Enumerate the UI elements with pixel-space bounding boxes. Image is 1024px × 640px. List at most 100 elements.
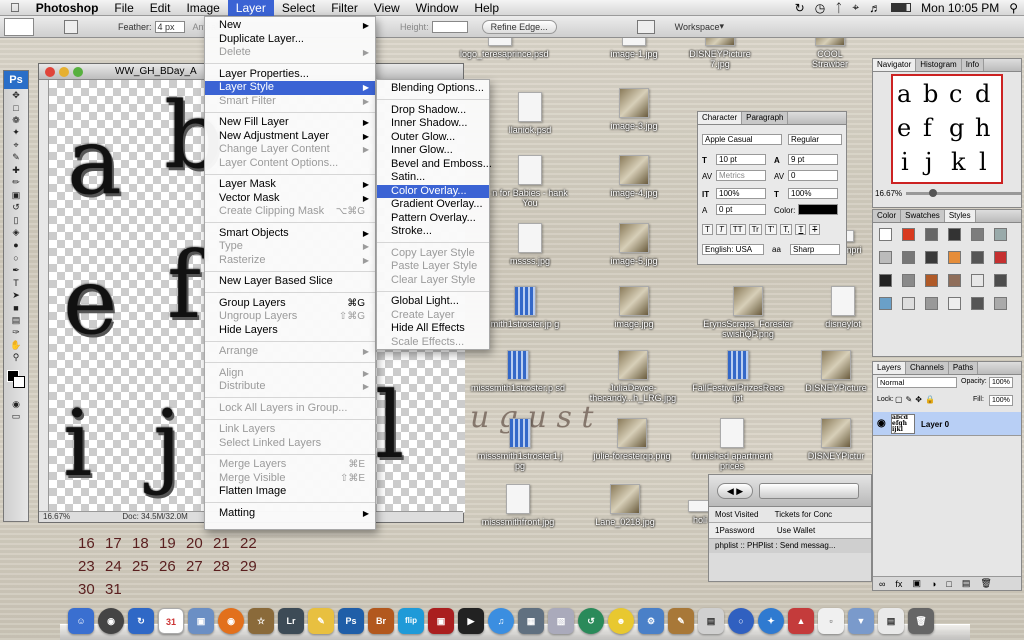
style-swatch[interactable]	[879, 297, 892, 310]
desktop-icon[interactable]: image-3.jpg	[594, 88, 674, 131]
desktop-icon[interactable]: DISNEYPicture	[800, 350, 872, 393]
menu-item-bevel-and-emboss[interactable]: Bevel and Emboss...	[377, 158, 492, 172]
style-swatch[interactable]	[902, 297, 915, 310]
menu-item-new[interactable]: New ▶	[205, 19, 375, 33]
menu-item-pattern-overlay[interactable]: Pattern Overlay...	[377, 212, 489, 226]
doc-size[interactable]: Doc: 34.5M/32.0M	[122, 512, 187, 521]
move-tool-icon[interactable]: ✥	[4, 89, 28, 102]
style-swatch[interactable]	[902, 251, 915, 264]
brush-tool-icon[interactable]: ✏	[4, 177, 28, 190]
tab-info[interactable]: Info	[961, 59, 985, 71]
tab-color[interactable]: Color	[873, 210, 902, 222]
menu-filter[interactable]: Filter	[323, 0, 366, 16]
menu-edit[interactable]: Edit	[142, 0, 179, 16]
menu-item-group-layers[interactable]: Group Layers ⌘G	[205, 297, 375, 311]
script-editor-icon[interactable]: ✎	[668, 608, 694, 634]
onepassword-button[interactable]: 1Password	[715, 526, 755, 535]
menu-item-hide-all-effects[interactable]: Hide All Effects	[377, 322, 489, 336]
menu-item-layer-properties[interactable]: Layer Properties...	[205, 68, 375, 82]
text-color-swatch[interactable]	[798, 204, 838, 215]
menu-item-flatten-image[interactable]: Flatten Image	[205, 485, 375, 499]
underline-button[interactable]: T	[795, 224, 807, 235]
quick-mask-icon[interactable]: ◉	[4, 398, 28, 411]
desktop-icon[interactable]: disneylot	[812, 286, 874, 329]
magic-wand-icon[interactable]: ✦	[4, 127, 28, 140]
tab-channels[interactable]: Channels	[906, 362, 949, 374]
stickies-icon[interactable]: ▫	[818, 608, 844, 634]
superscript-button[interactable]: T'	[764, 224, 778, 235]
style-swatch[interactable]	[994, 297, 1007, 310]
pen-tool-icon[interactable]: ✒	[4, 264, 28, 277]
navigator-zoom[interactable]: 16.67%	[875, 189, 902, 198]
tracking-input[interactable]: 0	[788, 170, 838, 181]
zoom-slider-thumb[interactable]	[929, 189, 938, 197]
minimize-button[interactable]	[59, 67, 69, 77]
style-swatch[interactable]	[925, 251, 938, 264]
desktop-icon[interactable]: ErynsScraps_Forester swishQP.png	[700, 286, 796, 339]
group-icon[interactable]: □	[946, 579, 951, 589]
menu-item-blending-options[interactable]: Blending Options...	[377, 82, 489, 96]
menu-item-duplicate-layer[interactable]: Duplicate Layer...	[205, 33, 375, 47]
menu-window[interactable]: Window	[408, 0, 467, 16]
style-swatch[interactable]	[948, 228, 961, 241]
desktop-icon[interactable]: image-4.jpg	[594, 155, 674, 198]
menu-layer[interactable]: Layer	[227, 0, 274, 16]
style-swatch[interactable]	[879, 274, 892, 287]
style-swatch[interactable]	[994, 274, 1007, 287]
imovie-icon[interactable]: ▶	[458, 608, 484, 634]
kerning-input[interactable]: Metrics	[716, 170, 766, 181]
menu-item-new-layer-based-slice[interactable]: New Layer Based Slice	[205, 275, 375, 289]
screen-mode-icon[interactable]: ▭	[4, 411, 28, 424]
eraser-tool-icon[interactable]: ▯	[4, 214, 28, 227]
network-icon[interactable]: ○	[728, 608, 754, 634]
baseline-input[interactable]: 0 pt	[716, 204, 766, 215]
history-brush-icon[interactable]: ↺	[4, 202, 28, 215]
menu-item-hide-layers[interactable]: Hide Layers	[205, 324, 375, 338]
desktop-icon[interactable]: furnished apartment prices	[690, 418, 774, 471]
menu-item-satin[interactable]: Satin...	[377, 171, 489, 185]
zoom-level[interactable]: 16.67%	[43, 512, 70, 521]
horizontal-scale-input[interactable]: 100%	[788, 188, 838, 199]
trash-icon[interactable]: 🗑	[980, 578, 991, 589]
sync-icon[interactable]: ↻	[795, 1, 805, 15]
feather-input[interactable]: 4 px	[154, 20, 185, 33]
small-caps-button[interactable]: Tr	[748, 224, 762, 235]
style-swatch[interactable]	[971, 251, 984, 264]
navigator-preview[interactable]: a b c d e f g h i j k l	[891, 74, 1003, 184]
menu-item-inner-glow[interactable]: Inner Glow...	[377, 144, 489, 158]
language-select[interactable]: English: USA	[702, 244, 764, 255]
spotlight-icon[interactable]: ⚲	[1009, 1, 1018, 15]
iphoto-icon[interactable]: ☆	[248, 608, 274, 634]
desktop-icon[interactable]: misssmithfront.jpg	[478, 484, 558, 527]
link-layers-icon[interactable]: ∞	[879, 579, 885, 589]
spaces-icon[interactable]: ▦	[518, 608, 544, 634]
menu-item-gradient-overlay[interactable]: Gradient Overlay...	[377, 198, 489, 212]
zoom-slider[interactable]	[906, 189, 1021, 197]
menu-item-layer-mask[interactable]: Layer Mask ▶	[205, 178, 375, 192]
type-tool-icon[interactable]: T	[4, 277, 28, 290]
sysprefs-icon[interactable]: ⚙	[638, 608, 664, 634]
selection-mode-icon[interactable]	[64, 19, 78, 34]
lock-icons[interactable]: ▢✎✥🔒	[895, 395, 938, 404]
crop-tool-icon[interactable]: ⌖	[4, 139, 28, 152]
new-layer-icon[interactable]: ▤	[962, 578, 971, 589]
path-select-icon[interactable]: ➤	[4, 289, 28, 302]
faux-bold-button[interactable]: T	[702, 224, 713, 235]
ical-icon[interactable]: 31	[158, 608, 184, 634]
vertical-scale-input[interactable]: 100%	[716, 188, 766, 199]
menu-item-layer-style[interactable]: Layer Style ▶	[205, 81, 375, 95]
chevron-down-icon[interactable]: ▾	[719, 21, 724, 32]
photobooth-icon[interactable]: ▣	[428, 608, 454, 634]
tab-paths[interactable]: Paths	[948, 362, 979, 374]
style-swatch[interactable]	[971, 297, 984, 310]
wifi-icon[interactable]: ⌖	[852, 0, 859, 15]
style-swatch[interactable]	[925, 228, 938, 241]
tab-styles[interactable]: Styles	[944, 210, 976, 222]
style-swatch[interactable]	[948, 297, 961, 310]
zoom-tool-icon[interactable]: ⚲	[4, 352, 28, 365]
style-swatch[interactable]	[902, 274, 915, 287]
adjustment-icon[interactable]: ◑	[931, 579, 936, 589]
workspace-button[interactable]: Workspace	[675, 22, 720, 32]
safari-icon[interactable]: ✦	[758, 608, 784, 634]
stamp-tool-icon[interactable]: ▣	[4, 189, 28, 202]
